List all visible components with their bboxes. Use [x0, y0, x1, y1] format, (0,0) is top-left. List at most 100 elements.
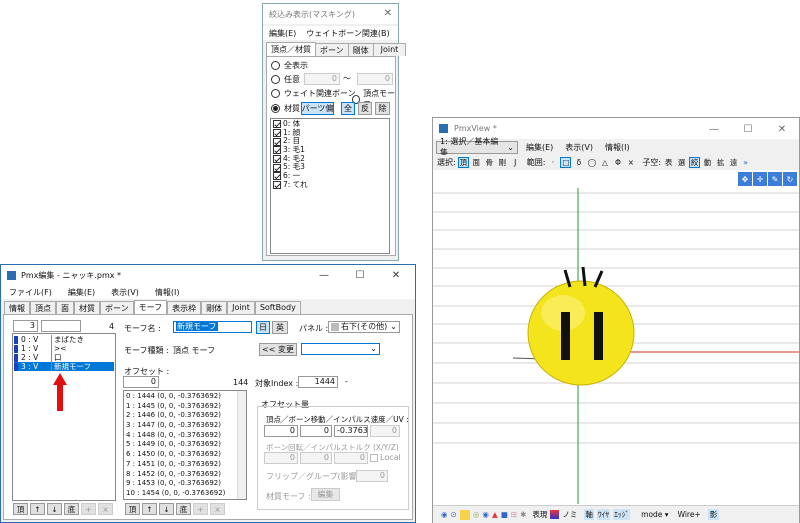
select-item-1[interactable]: 面: [471, 157, 482, 168]
offset-list-item[interactable]: 7 : 1451 (0, 0, -0.3763692): [126, 460, 244, 470]
minimize-icon[interactable]: —: [307, 264, 341, 286]
menu-info[interactable]: 情報(I): [155, 287, 180, 298]
menu-edit[interactable]: 編集(E): [68, 287, 95, 298]
offset-list-item[interactable]: 0 : 1444 (0, 0, -0.3763692): [126, 392, 244, 402]
checkbox-checked-icon[interactable]: [273, 172, 281, 181]
3d-viewport[interactable]: [433, 188, 799, 504]
range-item-6[interactable]: ×: [625, 157, 636, 168]
offset-list-button-2[interactable]: ↓: [159, 503, 174, 515]
radio-weight-bone[interactable]: [271, 89, 280, 98]
offset-list-item[interactable]: 9 : 1453 (0, 0, -0.3763692): [126, 479, 244, 489]
tab-rigidbody[interactable]: 剛体: [347, 43, 374, 56]
local-checkbox[interactable]: Local: [370, 453, 401, 462]
japanese-button[interactable]: 日: [256, 321, 270, 334]
rotate-icon[interactable]: ↻: [783, 172, 797, 186]
move-xy-icon[interactable]: ✥: [738, 172, 752, 186]
offset-list-button-4[interactable]: +: [193, 503, 208, 515]
invert-button[interactable]: 反: [358, 102, 372, 115]
radio-any[interactable]: [271, 75, 280, 84]
status-color-icon[interactable]: [550, 510, 560, 519]
morph-list-item[interactable]: 2 : V 口: [14, 353, 114, 362]
menu-view[interactable]: 表示(V): [565, 142, 593, 153]
option-show-all[interactable]: 全表示: [271, 60, 308, 71]
checkbox-checked-icon[interactable]: [273, 163, 281, 172]
morph-list-item[interactable]: 0 : V まばたき: [14, 335, 114, 344]
all-button[interactable]: 全: [341, 102, 355, 115]
tab-1[interactable]: 頂点: [30, 301, 56, 314]
masking-titlebar[interactable]: 絞込み表示(マスキング) ✕: [263, 4, 398, 24]
status-icon-6[interactable]: ▲: [492, 510, 498, 519]
vertex-z-input[interactable]: -0.37636: [334, 425, 368, 437]
parts-button[interactable]: パーツ偏: [301, 102, 334, 115]
morph-name-input[interactable]: 新規モーフ: [173, 321, 252, 333]
offset-input[interactable]: 0: [123, 376, 159, 388]
tab-6[interactable]: 表示枠: [167, 301, 202, 314]
tab-3[interactable]: 材質: [74, 301, 100, 314]
change-button[interactable]: << 変更: [259, 343, 297, 356]
material-item[interactable]: 7: てれ: [273, 180, 387, 190]
morph-list[interactable]: 0 : V まばたき 1 : V >< 2 : V 口 3 : V 新規モーフ: [12, 333, 116, 501]
material-checklist[interactable]: 0: 体 1: 顔 2: 目 3: 毛1 4: 毛2 5: 毛3 6: 一 7: てれ: [270, 118, 390, 254]
close-icon[interactable]: ✕: [379, 264, 413, 286]
any-to-input[interactable]: 0: [357, 73, 393, 85]
pen-icon[interactable]: ✎: [768, 172, 782, 186]
select-item-2[interactable]: 骨: [484, 157, 495, 168]
range-item-2[interactable]: δ: [573, 157, 584, 168]
status-wire[interactable]: ﾜｲﾔ: [596, 509, 611, 520]
status-icon-3[interactable]: [459, 509, 470, 520]
status-shadow[interactable]: 影: [707, 509, 720, 520]
morph-list-button-0[interactable]: 頂: [13, 503, 28, 515]
offset-list-item[interactable]: 2 : 1446 (0, 0, -0.3763692): [126, 411, 244, 421]
vertex-x-input[interactable]: 0: [264, 425, 298, 437]
morph-count-input[interactable]: 3: [13, 320, 38, 332]
tab-0[interactable]: 情報: [4, 301, 30, 314]
axis-item-2[interactable]: 絞: [689, 157, 701, 168]
range-item-3[interactable]: ◯: [586, 157, 597, 168]
offset-list-item[interactable]: 10 : 1454 (0, 0, -0.3763692): [126, 489, 244, 499]
status-edge[interactable]: ｴｯｼﾞ: [613, 509, 631, 520]
pmxview-titlebar[interactable]: PmxView * — ☐ ✕: [433, 118, 799, 138]
radio-show-all[interactable]: [271, 61, 280, 70]
status-icon-4[interactable]: ◎: [473, 510, 480, 519]
morph-list-item[interactable]: 1 : V ><: [14, 344, 114, 353]
checkbox-checked-icon[interactable]: [273, 146, 281, 155]
mode-select[interactable]: 1: 選択／基本編集 ⌄: [436, 137, 518, 157]
checkbox-checked-icon[interactable]: [273, 120, 281, 129]
menu-edit[interactable]: 編集(E): [526, 142, 553, 153]
offset-list-item[interactable]: 1 : 1445 (0, 0, -0.3763692): [126, 402, 244, 412]
status-icon-8[interactable]: ⊞: [511, 510, 517, 519]
local-checkbox-box[interactable]: [370, 453, 378, 462]
tab-7[interactable]: 剛体: [201, 301, 228, 314]
edit-button[interactable]: 編集: [311, 488, 340, 501]
toolbar-more-icon[interactable]: »: [743, 158, 748, 167]
status-wireplus[interactable]: Wire+: [678, 510, 701, 519]
offset-list[interactable]: 0 : 1444 (0, 0, -0.3763692) 1 : 1445 (0, …: [123, 390, 247, 500]
offset-list-button-0[interactable]: 頂: [125, 503, 140, 515]
menu-view[interactable]: 表示(V): [111, 287, 139, 298]
checkbox-checked-icon[interactable]: [273, 155, 281, 164]
select-item-4[interactable]: J: [510, 157, 521, 168]
morph-list-button-2[interactable]: ↓: [47, 503, 62, 515]
close-icon[interactable]: ✕: [765, 118, 799, 140]
offset-list-item[interactable]: 5 : 1449 (0, 0, -0.3763692): [126, 440, 244, 450]
select-item-3[interactable]: 剛: [497, 157, 508, 168]
target-index-input[interactable]: 1444: [298, 376, 338, 388]
tab-bone[interactable]: ボーン: [315, 43, 349, 56]
checkbox-checked-icon[interactable]: [273, 129, 281, 138]
morph-type-select[interactable]: ⌄: [301, 343, 380, 355]
panel-select[interactable]: 右下(その他) ⌄: [328, 321, 400, 333]
axis-item-5[interactable]: 遠: [728, 157, 739, 168]
morph-list-item[interactable]: 3 : V 新規モーフ: [14, 362, 114, 371]
any-from-input[interactable]: 0: [304, 73, 340, 85]
offset-list-button-1[interactable]: ↑: [142, 503, 157, 515]
vertex-y-input[interactable]: 0: [300, 425, 332, 437]
rotation-x-input[interactable]: 0: [264, 452, 298, 464]
exclude-button[interactable]: 除: [375, 102, 390, 115]
tab-2[interactable]: 面: [56, 301, 74, 314]
pmxedit-titlebar[interactable]: Pmx編集 - ニャッキ.pmx * — ☐ ✕: [1, 265, 415, 285]
offset-list-item[interactable]: 4 : 1448 (0, 0, -0.3763692): [126, 431, 244, 441]
select-item-0[interactable]: 頂: [457, 157, 469, 168]
offset-list-button-5[interactable]: ×: [210, 503, 225, 515]
tab-vertex-material[interactable]: 頂点／材質: [266, 42, 316, 57]
option-material[interactable]: 材質: [271, 103, 300, 114]
